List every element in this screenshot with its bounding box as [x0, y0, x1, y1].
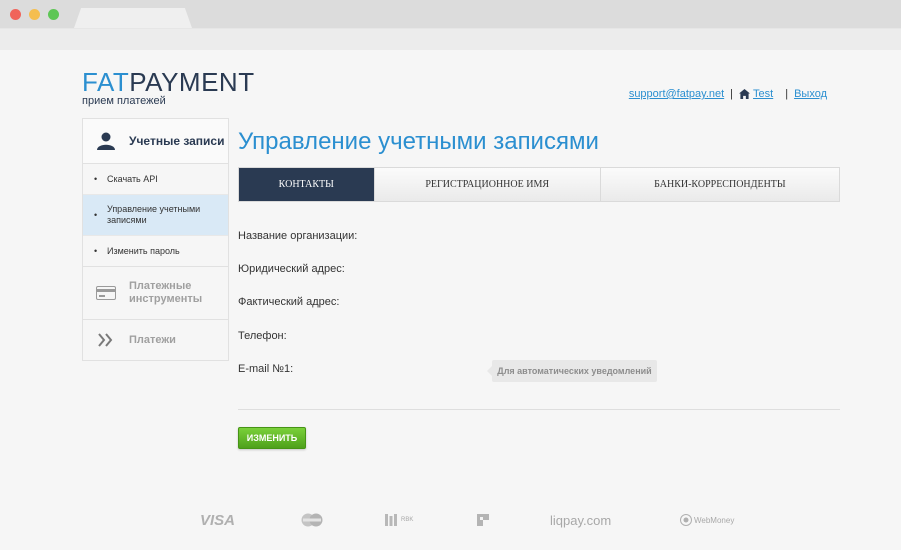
user-icon: [97, 132, 115, 150]
field-label-legal-address: Юридический адрес:: [238, 263, 345, 275]
field-label-organization: Название организации:: [238, 230, 358, 242]
liqpay-logo: liqpay.com: [550, 512, 612, 528]
tab-contacts[interactable]: КОНТАКТЫ: [239, 168, 375, 201]
sidebar-group-label: Платежные инструменты: [129, 280, 203, 305]
separator: |: [785, 88, 789, 100]
logo-payment-text: PAYMENT: [129, 67, 255, 97]
sidebar-item-download-api[interactable]: Скачать API: [83, 164, 228, 195]
logout-link[interactable]: Выход: [794, 88, 827, 100]
home-icon: [739, 89, 750, 99]
form-divider: [238, 409, 840, 410]
header-links: support@fatpay.net | Test | Выход: [629, 88, 827, 100]
maximize-window-button[interactable]: [48, 9, 59, 20]
sidebar-group-label: Платежи: [129, 333, 176, 346]
logo-fat-text: FAT: [82, 67, 130, 97]
sidebar-heading[interactable]: Учетные записи: [83, 119, 228, 164]
browser-tab[interactable]: [74, 8, 192, 28]
payment-logos: VISA RBK liqpay.com WebMoney: [196, 510, 756, 530]
tab-registration-name[interactable]: РЕГИСТРАЦИОННОЕ ИМЯ: [375, 168, 601, 201]
field-label-actual-address: Фактический адрес:: [238, 296, 340, 308]
sidebar-group-payments[interactable]: Платежи: [83, 319, 228, 360]
mastercard-logo: [300, 513, 324, 527]
minimize-window-button[interactable]: [29, 9, 40, 20]
support-email-link[interactable]: support@fatpay.net: [629, 88, 724, 100]
tab-correspondent-banks[interactable]: БАНКИ-КОРРЕСПОНДЕНТЫ: [601, 168, 839, 201]
webmoney-logo-text: WebMoney: [694, 515, 735, 525]
user-link[interactable]: Test: [753, 88, 773, 100]
card-icon: [96, 286, 116, 300]
sidebar-heading-label: Учетные записи: [129, 134, 225, 148]
sidebar: Учетные записи Скачать API Управление уч…: [82, 118, 229, 361]
sidebar-item-label: Управление учетными записями: [107, 204, 201, 225]
rbk-money-logo: [476, 513, 490, 527]
browser-toolbar: [0, 28, 901, 51]
rbk-logo-text: RBK: [401, 517, 414, 523]
field-label-email: E-mail №1:: [238, 363, 294, 375]
tab-bar: КОНТАКТЫ РЕГИСТРАЦИОННОЕ ИМЯ БАНКИ-КОРРЕ…: [238, 167, 840, 202]
visa-logo: VISA: [200, 511, 236, 529]
sidebar-item-account-management[interactable]: Управление учетными записями: [83, 195, 228, 236]
field-label-phone: Телефон:: [238, 330, 287, 342]
separator: |: [730, 88, 734, 100]
webmoney-logo: WebMoney: [680, 514, 734, 526]
rbk-logo: RBK: [384, 513, 413, 527]
sidebar-item-label: Скачать API: [107, 174, 158, 184]
submit-button[interactable]: ИЗМЕНИТЬ: [238, 427, 306, 449]
email-hint-tooltip: Для автоматических уведомлений: [487, 360, 657, 382]
sidebar-item-label: Изменить пароль: [107, 246, 180, 256]
window-controls: [10, 9, 59, 20]
close-window-button[interactable]: [10, 9, 21, 20]
browser-chrome: [0, 0, 901, 51]
double-chevron-icon: [98, 333, 113, 347]
sidebar-group-payment-tools[interactable]: Платежные инструменты: [83, 266, 228, 319]
page-title: Управление учетными записями: [238, 128, 599, 155]
sidebar-item-change-password[interactable]: Изменить пароль: [83, 236, 228, 266]
fatpayment-logo[interactable]: FATPAYMENT прием платежей: [82, 67, 255, 107]
